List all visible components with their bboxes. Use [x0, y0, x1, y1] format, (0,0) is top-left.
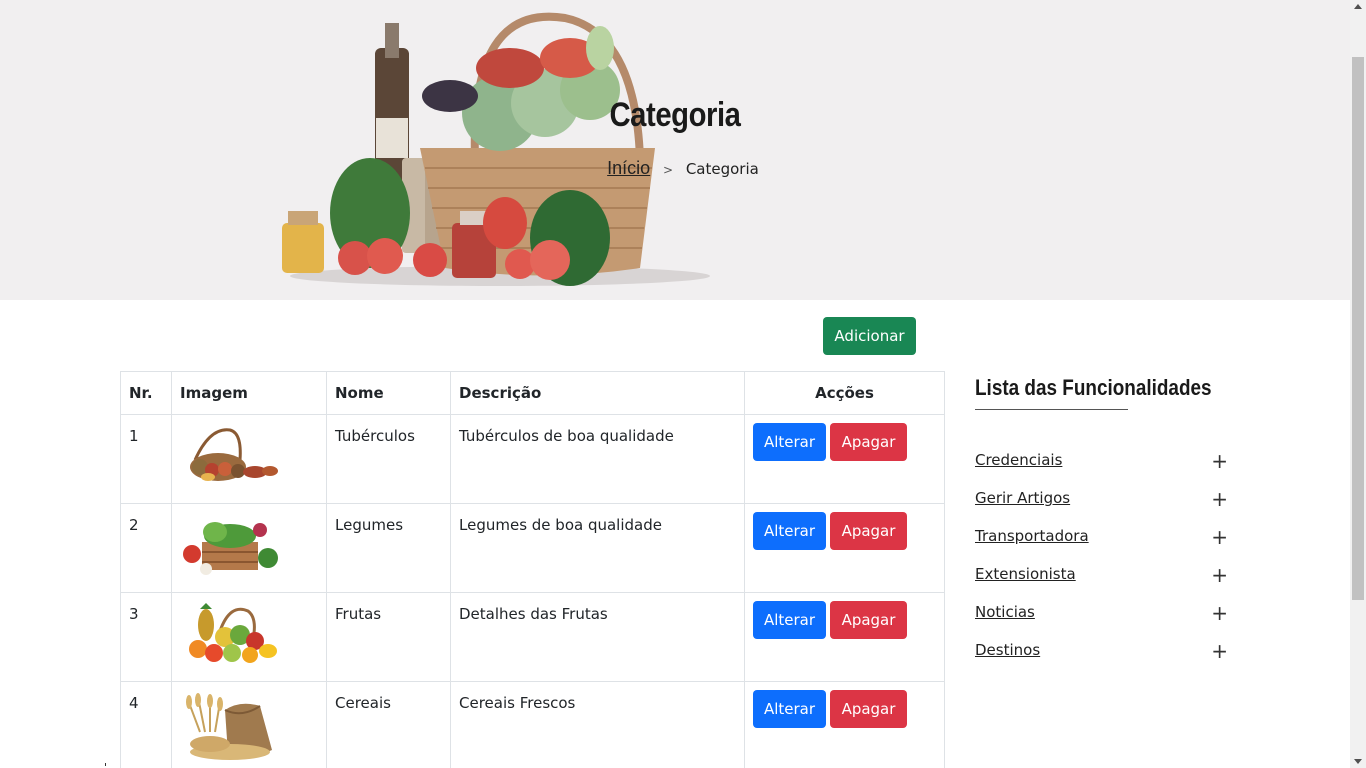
row-name: Legumes	[326, 503, 451, 593]
row-image-cell	[171, 503, 327, 593]
breadcrumb-separator: >	[662, 163, 674, 177]
column-header-actions: Acções	[744, 371, 945, 415]
delete-button[interactable]: Apagar	[830, 512, 907, 550]
sidebar-item-label[interactable]: Destinos	[975, 641, 1040, 659]
crate-of-vegetables-image	[183, 522, 278, 575]
category-table: Nr. Imagem Nome Descrição Acções 1 Tubér…	[120, 371, 945, 768]
scroll-up-arrow-icon[interactable]	[1354, 4, 1362, 9]
table-header-row: Nr. Imagem Nome Descrição Acções	[120, 371, 945, 415]
row-name: Frutas	[326, 592, 451, 682]
plus-icon[interactable]: +	[1211, 564, 1228, 586]
column-header-name: Nome	[326, 371, 451, 415]
sack-of-grain-image	[186, 693, 272, 760]
plus-icon[interactable]: +	[1211, 602, 1228, 624]
sidebar-item-label[interactable]: Gerir Artigos	[975, 489, 1070, 507]
sidebar-item-credenciais[interactable]: Credenciais +	[975, 450, 1230, 488]
sidebar-title-divider	[975, 409, 1128, 410]
page-scrollbar[interactable]	[1350, 0, 1366, 768]
sidebar-title: Lista das Funcionalidades	[975, 375, 1212, 400]
row-number: 3	[120, 592, 172, 682]
sidebar-item-label[interactable]: Credenciais	[975, 451, 1062, 469]
vegetable-basket-illustration	[282, 12, 710, 286]
breadcrumb: Início > Categoria	[0, 158, 1350, 179]
add-category-button[interactable]: Adicionar	[823, 317, 916, 355]
edit-button[interactable]: Alterar	[753, 601, 826, 639]
scrollbar-thumb[interactable]	[1352, 57, 1364, 600]
table-row: 3 Frutas Detalhes das Frutas Alterar Apa…	[120, 592, 945, 682]
edit-button[interactable]: Alterar	[753, 690, 826, 728]
row-number: 2	[120, 503, 172, 593]
sidebar-item-label[interactable]: Extensionista	[975, 565, 1076, 583]
row-image-cell	[171, 414, 327, 504]
row-actions: Alterar Apagar	[744, 681, 945, 768]
column-header-description: Descrição	[450, 371, 745, 415]
edit-button[interactable]: Alterar	[753, 512, 826, 550]
row-image-cell	[171, 592, 327, 682]
basket-of-fruits-image	[189, 603, 277, 663]
row-description: Tubérculos de boa qualidade	[450, 414, 745, 504]
breadcrumb-home-link[interactable]: Início	[607, 158, 650, 178]
sidebar-menu: Credenciais + Gerir Artigos + Transporta…	[975, 450, 1230, 678]
table-row: 4 Cereais Cereais Frescos Alterar Apagar	[120, 681, 945, 768]
plus-icon[interactable]: +	[1211, 640, 1228, 662]
page-title: Categoria	[609, 96, 741, 134]
sidebar-item-transportadora[interactable]: Transportadora +	[975, 526, 1230, 564]
sidebar-item-destinos[interactable]: Destinos +	[975, 640, 1230, 678]
sidebar-item-gerir-artigos[interactable]: Gerir Artigos +	[975, 488, 1230, 526]
plus-icon[interactable]: +	[1211, 450, 1228, 472]
delete-button[interactable]: Apagar	[830, 690, 907, 728]
row-description: Cereais Frescos	[450, 681, 745, 768]
row-image-cell	[171, 681, 327, 768]
delete-button[interactable]: Apagar	[830, 423, 907, 461]
plus-icon[interactable]: +	[1211, 526, 1228, 548]
plus-icon[interactable]: +	[1211, 488, 1228, 510]
row-description: Legumes de boa qualidade	[450, 503, 745, 593]
delete-button[interactable]: Apagar	[830, 601, 907, 639]
basket-of-tubers-image	[190, 428, 278, 481]
column-header-nr: Nr.	[120, 371, 172, 415]
row-number: 1	[120, 414, 172, 504]
edit-button[interactable]: Alterar	[753, 423, 826, 461]
sidebar-item-noticias[interactable]: Noticias +	[975, 602, 1230, 640]
row-actions: Alterar Apagar	[744, 503, 945, 593]
sidebar-item-extensionista[interactable]: Extensionista +	[975, 564, 1230, 602]
page-header-banner: Categoria Início > Categoria	[0, 0, 1350, 300]
row-actions: Alterar Apagar	[744, 592, 945, 682]
row-name: Cereais	[326, 681, 451, 768]
sidebar-item-label[interactable]: Transportadora	[975, 527, 1089, 545]
row-number: 4	[120, 681, 172, 768]
row-description: Detalhes das Frutas	[450, 592, 745, 682]
row-name: Tubérculos	[326, 414, 451, 504]
scroll-down-arrow-icon[interactable]	[1354, 759, 1362, 764]
sidebar-item-label[interactable]: Noticias	[975, 603, 1035, 621]
breadcrumb-current: Categoria	[685, 160, 759, 178]
column-header-image: Imagem	[171, 371, 327, 415]
table-row: 2 Legumes Legumes de boa qualidade Alter…	[120, 503, 945, 593]
row-actions: Alterar Apagar	[744, 414, 945, 504]
table-row: 1 Tubérculos Tubérculos de boa qualidade…	[120, 414, 945, 504]
stray-mark	[105, 763, 106, 766]
